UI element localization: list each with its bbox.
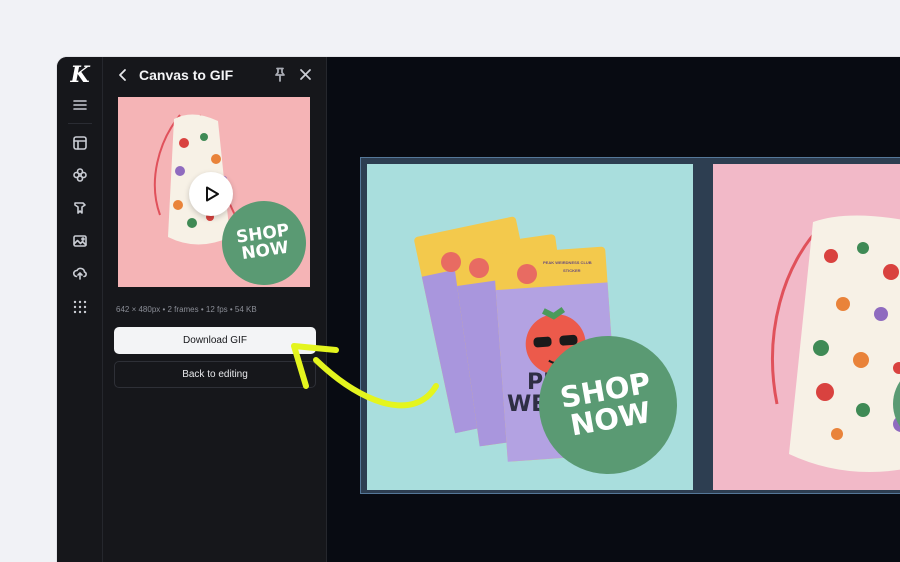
play-icon[interactable]	[189, 172, 233, 216]
app-window: K Canvas to GIF SHOP NOW 642 × 480px • 2…	[57, 57, 900, 562]
badge-line-2: NOW	[240, 237, 290, 265]
sticker-club-text: PEAK WEIRDNESS CLUB	[543, 260, 592, 265]
rail-divider	[68, 123, 92, 124]
backpack-image	[771, 215, 900, 472]
app-logo[interactable]: K	[68, 64, 92, 86]
gif-meta-info: 642 × 480px • 2 frames • 12 fps • 54 KB	[116, 305, 257, 314]
elements-icon[interactable]	[70, 165, 90, 185]
layout-icon[interactable]	[70, 133, 90, 153]
pin-icon[interactable]	[273, 67, 287, 82]
close-icon[interactable]	[299, 68, 312, 81]
panel-header: Canvas to GIF	[103, 57, 326, 95]
canvas-area[interactable]: PEAK WEIRDNESS CLUB STICKER PE WEIR SHOP…	[327, 57, 900, 562]
sidebar-rail: K	[57, 57, 103, 562]
gif-preview[interactable]: SHOP NOW	[118, 97, 310, 287]
pointer-arrow	[291, 343, 439, 409]
back-chevron-icon[interactable]	[115, 66, 131, 84]
image-icon[interactable]	[70, 231, 90, 251]
sticker-sub-text: STICKER	[563, 268, 581, 273]
menu-icon[interactable]	[70, 95, 90, 115]
upload-icon[interactable]	[70, 263, 90, 283]
panel-title: Canvas to GIF	[139, 67, 234, 83]
gif-export-panel: Canvas to GIF SHOP NOW 642 × 480px • 2 f…	[103, 57, 327, 562]
apps-grid-icon[interactable]	[70, 297, 90, 317]
artboard-frame-2[interactable]	[713, 164, 900, 490]
brand-icon[interactable]	[70, 198, 90, 218]
